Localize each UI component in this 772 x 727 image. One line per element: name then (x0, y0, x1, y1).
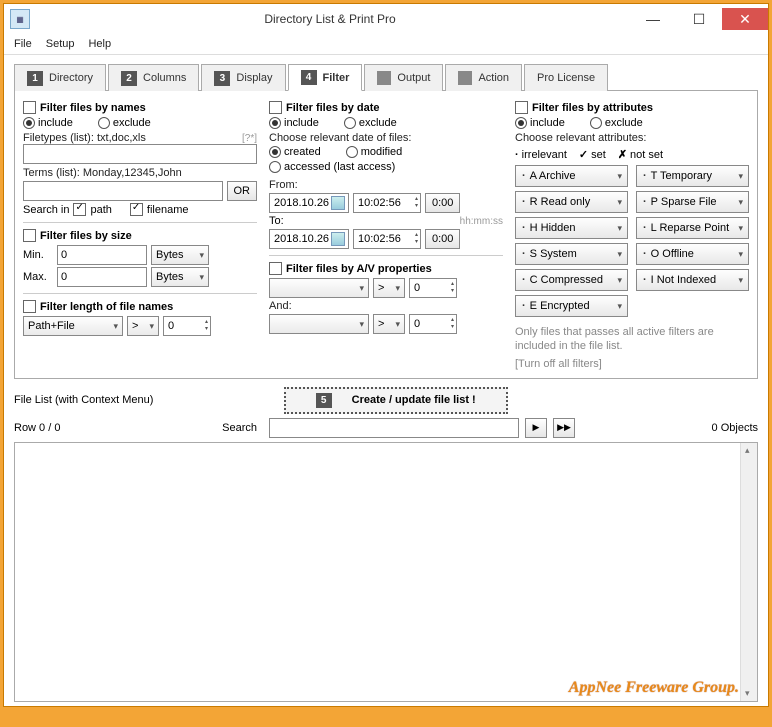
date-choose-label: Choose relevant date of files: (269, 132, 503, 144)
from-label: From: (269, 179, 503, 191)
create-update-button[interactable]: 5 Create / update file list ! (284, 387, 508, 414)
max-unit-select[interactable]: Bytes (151, 267, 209, 287)
filter-date-label: Filter files by date (286, 102, 380, 114)
min-input[interactable] (57, 245, 147, 265)
tab-output[interactable]: Output (364, 64, 443, 91)
file-list-area[interactable]: AppNee Freeware Group. (14, 442, 758, 702)
search-next-button[interactable]: ▶ (525, 418, 547, 438)
filter-av-check[interactable] (269, 262, 282, 275)
filter-note: Only files that passes all active filter… (515, 325, 749, 354)
pathfile-select[interactable]: Path+File (23, 316, 123, 336)
av-prop1-select[interactable] (269, 278, 369, 298)
attr-hidden[interactable]: H Hidden (515, 217, 628, 239)
app-icon: ▦ (10, 9, 30, 29)
path-check[interactable]: ✓ (73, 203, 86, 216)
filetypes-input[interactable] (23, 144, 257, 164)
av-val1-spin[interactable]: 0 (409, 278, 457, 298)
attr-encrypted[interactable]: E Encrypted (515, 295, 628, 317)
action-icon (458, 71, 472, 85)
output-icon (377, 71, 391, 85)
from-time[interactable]: 10:02:56 (353, 193, 421, 213)
filelist-label: File List (with Context Menu) (14, 394, 153, 406)
attr-notindexed[interactable]: I Not Indexed (636, 269, 749, 291)
attr-system[interactable]: S System (515, 243, 628, 265)
to-time[interactable]: 10:02:56 (353, 229, 421, 249)
min-unit-select[interactable]: Bytes (151, 245, 209, 265)
attr-grid: A Archive T Temporary R Read only P Spar… (515, 165, 749, 317)
or-button[interactable]: OR (227, 181, 258, 201)
attr-temporary[interactable]: T Temporary (636, 165, 749, 187)
attr-sparse[interactable]: P Sparse File (636, 191, 749, 213)
filetypes-label: Filetypes (list): txt,doc,xls (23, 132, 146, 144)
attr-choose-label: Choose relevant attributes: (515, 132, 749, 144)
tab-prolicense[interactable]: Pro License (524, 64, 608, 91)
attr-compressed[interactable]: C Compressed (515, 269, 628, 291)
filter-attr-label: Filter files by attributes (532, 102, 653, 114)
attr-exclude-radio[interactable] (590, 117, 602, 129)
tab-filter[interactable]: 4Filter (288, 64, 363, 91)
len-op-select[interactable]: > (127, 316, 159, 336)
objects-count: 0 Objects (581, 422, 758, 434)
filter-names-label: Filter files by names (40, 102, 146, 114)
modified-radio[interactable] (346, 146, 358, 158)
filter-attr-check[interactable] (515, 101, 528, 114)
menu-help[interactable]: Help (88, 38, 111, 50)
menu-file[interactable]: File (14, 38, 32, 50)
to-zero-button[interactable]: 0:00 (425, 229, 460, 249)
tab-action[interactable]: Action (445, 64, 522, 91)
searchin-label: Search in (23, 204, 69, 216)
av-prop2-select[interactable] (269, 314, 369, 334)
attr-offline[interactable]: O Offline (636, 243, 749, 265)
menu-setup[interactable]: Setup (46, 38, 75, 50)
to-label: To: (269, 215, 284, 227)
av-val2-spin[interactable]: 0 (409, 314, 457, 334)
filter-length-check[interactable] (23, 300, 36, 313)
filter-length-label: Filter length of file names (40, 301, 173, 313)
search-input[interactable] (269, 418, 519, 438)
filter-av-label: Filter files by A/V properties (286, 263, 432, 275)
date-include-radio[interactable] (269, 117, 281, 129)
list-scrollbar[interactable] (740, 443, 757, 701)
maximize-button[interactable]: ☐ (676, 8, 722, 30)
accessed-radio[interactable] (269, 161, 281, 173)
av-op1-select[interactable]: > (373, 278, 405, 298)
tab-bar: 1Directory 2Columns 3Display 4Filter Out… (14, 63, 758, 91)
names-include-radio[interactable] (23, 117, 35, 129)
menubar: File Setup Help (4, 34, 768, 55)
search-last-button[interactable]: ▶▶ (553, 418, 575, 438)
attr-readonly[interactable]: R Read only (515, 191, 628, 213)
from-zero-button[interactable]: 0:00 (425, 193, 460, 213)
date-exclude-radio[interactable] (344, 117, 356, 129)
len-value-spin[interactable]: 0 (163, 316, 211, 336)
filter-date-check[interactable] (269, 101, 282, 114)
turnoff-filters-link[interactable]: [Turn off all filters] (515, 358, 749, 370)
search-label: Search (80, 422, 263, 434)
terms-label: Terms (list): Monday,12345,John (23, 167, 257, 179)
attr-reparse[interactable]: L Reparse Point (636, 217, 749, 239)
attr-archive[interactable]: A Archive (515, 165, 628, 187)
watermark: AppNee Freeware Group. (569, 679, 739, 697)
filename-check[interactable]: ✓ (130, 203, 143, 216)
created-radio[interactable] (269, 146, 281, 158)
filter-size-check[interactable] (23, 229, 36, 242)
tab-columns[interactable]: 2Columns (108, 64, 199, 91)
minimize-button[interactable]: — (630, 8, 676, 30)
tab-display[interactable]: 3Display (201, 64, 285, 91)
to-date[interactable]: 2018.10.26 (269, 229, 349, 249)
names-exclude-radio[interactable] (98, 117, 110, 129)
window-title: Directory List & Print Pro (30, 12, 630, 26)
and-label: And: (269, 300, 503, 312)
terms-input[interactable] (23, 181, 223, 201)
close-button[interactable]: ✕ (722, 8, 768, 30)
from-date[interactable]: 2018.10.26 (269, 193, 349, 213)
tab-directory[interactable]: 1Directory (14, 64, 106, 91)
filter-size-label: Filter files by size (40, 230, 132, 242)
av-op2-select[interactable]: > (373, 314, 405, 334)
attr-include-radio[interactable] (515, 117, 527, 129)
filter-names-check[interactable] (23, 101, 36, 114)
row-count: Row 0 / 0 (14, 422, 74, 434)
max-input[interactable] (57, 267, 147, 287)
titlebar: ▦ Directory List & Print Pro — ☐ ✕ (4, 4, 768, 34)
